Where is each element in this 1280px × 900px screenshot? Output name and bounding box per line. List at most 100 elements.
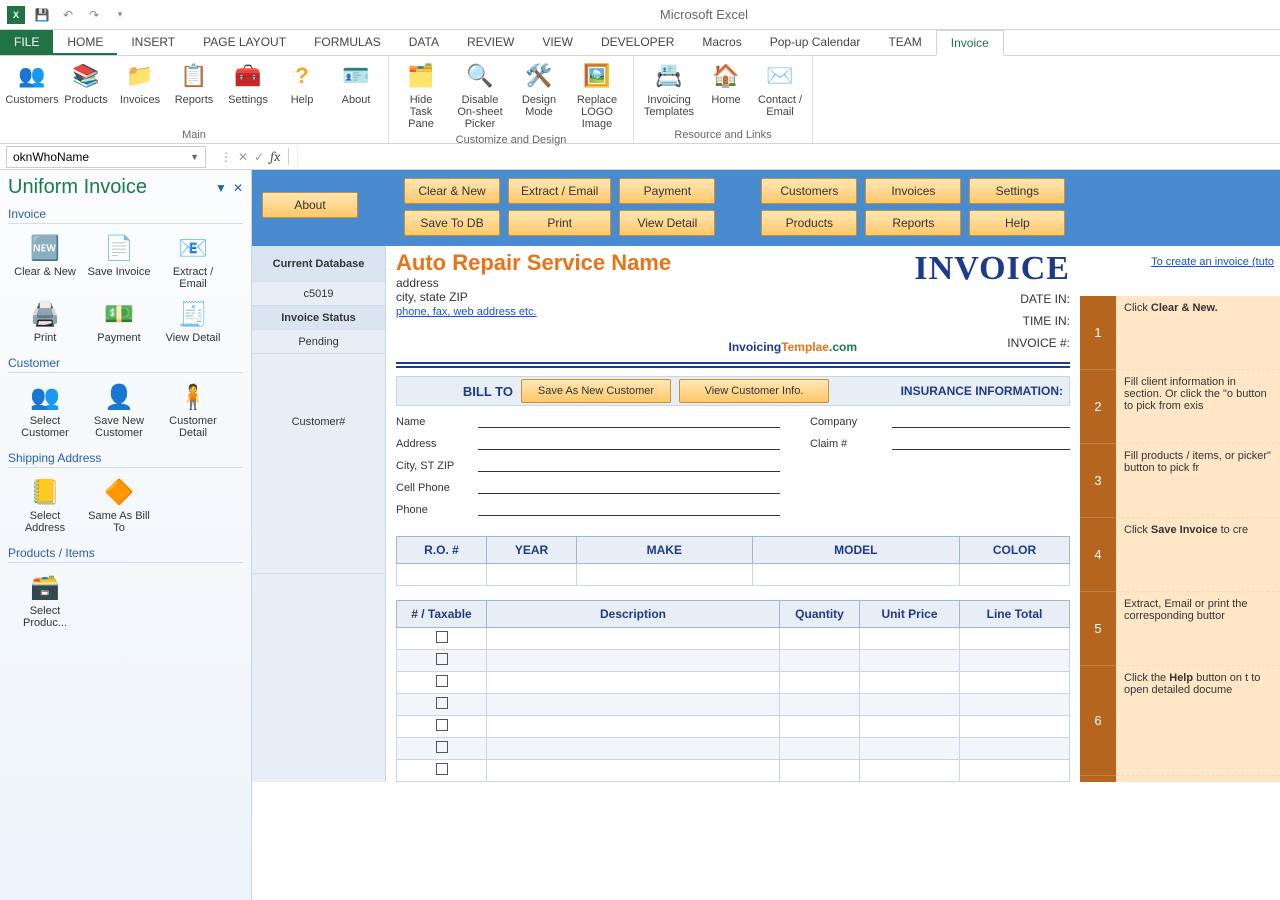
- tab-formulas[interactable]: FORMULAS: [300, 30, 395, 55]
- tab-team[interactable]: TEAM: [874, 30, 935, 55]
- reports-button[interactable]: 📋Reports: [168, 58, 220, 127]
- tab-popup-calendar[interactable]: Pop-up Calendar: [756, 30, 875, 55]
- tab-view[interactable]: VIEW: [528, 30, 587, 55]
- fx-icon[interactable]: fx: [270, 148, 289, 165]
- tab-insert[interactable]: INSERT: [117, 30, 189, 55]
- company-city[interactable]: city, state ZIP: [396, 290, 671, 304]
- cancel-icon[interactable]: ✕: [238, 150, 248, 164]
- tab-home[interactable]: HOME: [53, 30, 117, 55]
- settings-button[interactable]: 🧰Settings: [222, 58, 274, 127]
- pane-select-customer[interactable]: 👥Select Customer: [8, 377, 82, 443]
- line-row[interactable]: [397, 650, 1070, 672]
- pane-close-icon[interactable]: ✕: [233, 181, 243, 195]
- taxable-checkbox[interactable]: [436, 763, 448, 775]
- tab-developer[interactable]: DEVELOPER: [587, 30, 688, 55]
- tab-macros[interactable]: Macros: [688, 30, 755, 55]
- formula-input[interactable]: [297, 146, 1280, 168]
- input-name[interactable]: [478, 412, 780, 428]
- ellipsis-icon[interactable]: ⋮: [220, 150, 232, 164]
- input-company[interactable]: [892, 412, 1070, 428]
- disable-picker-button[interactable]: 🔍Disable On-sheet Picker: [449, 58, 511, 132]
- view-customer-info-button[interactable]: View Customer Info.: [679, 379, 829, 403]
- line-row[interactable]: [397, 628, 1070, 650]
- tab-data[interactable]: DATA: [395, 30, 453, 55]
- tutorial-link[interactable]: To create an invoice (tuto: [1116, 246, 1280, 296]
- sheet-products[interactable]: Products: [761, 210, 857, 236]
- pane-extract-email[interactable]: 📧Extract / Email: [156, 228, 230, 294]
- input-claim[interactable]: [892, 434, 1070, 450]
- tab-review[interactable]: REVIEW: [453, 30, 528, 55]
- pane-save-invoice[interactable]: 📄Save Invoice: [82, 228, 156, 294]
- save-as-new-customer-button[interactable]: Save As New Customer: [521, 379, 671, 403]
- vehicle-row[interactable]: [397, 564, 1070, 586]
- pane-same-as-billto[interactable]: 🔶Same As Bill To: [82, 472, 156, 538]
- pane-dropdown-icon[interactable]: ▼: [215, 181, 227, 195]
- toolbox-icon: 🧰: [232, 60, 264, 92]
- worksheet[interactable]: About Clear & New Save To DB Extract / E…: [252, 170, 1280, 900]
- sheet-help[interactable]: Help: [969, 210, 1065, 236]
- sheet-view-detail[interactable]: View Detail: [619, 210, 715, 236]
- line-row[interactable]: [397, 694, 1070, 716]
- invoicing-templates-button[interactable]: 📇Invoicing Templates: [640, 58, 698, 127]
- sheet-payment[interactable]: Payment: [619, 178, 715, 204]
- sheet-print[interactable]: Print: [508, 210, 611, 236]
- input-city[interactable]: [478, 456, 780, 472]
- pane-payment[interactable]: 💵Payment: [82, 294, 156, 348]
- invoices-button[interactable]: 📁Invoices: [114, 58, 166, 127]
- sheet-extract-email[interactable]: Extract / Email: [508, 178, 611, 204]
- tab-file[interactable]: FILE: [0, 30, 53, 55]
- taxable-checkbox[interactable]: [436, 697, 448, 709]
- customers-button[interactable]: 👥Customers: [6, 58, 58, 127]
- company-name[interactable]: Auto Repair Service Name: [396, 250, 671, 276]
- help-button[interactable]: ?Help: [276, 58, 328, 127]
- name-box[interactable]: oknWhoName ▼: [6, 146, 206, 168]
- line-row[interactable]: [397, 760, 1070, 782]
- name-box-dropdown-icon[interactable]: ▼: [190, 152, 199, 162]
- qat-dropdown-icon[interactable]: ▾: [108, 3, 132, 27]
- taxable-checkbox[interactable]: [436, 675, 448, 687]
- taxable-checkbox[interactable]: [436, 631, 448, 643]
- line-row[interactable]: [397, 738, 1070, 760]
- pane-customer-detail[interactable]: 🧍Customer Detail: [156, 377, 230, 443]
- taxable-checkbox[interactable]: [436, 741, 448, 753]
- pane-save-new-customer[interactable]: 👤Save New Customer: [82, 377, 156, 443]
- sheet-save-to-db[interactable]: Save To DB: [404, 210, 500, 236]
- hide-task-pane-button[interactable]: 🗂️Hide Task Pane: [395, 58, 447, 132]
- redo-icon[interactable]: ↷: [82, 3, 106, 27]
- undo-icon[interactable]: ↶: [56, 3, 80, 27]
- contact-email-button[interactable]: ✉️Contact / Email: [754, 58, 806, 127]
- pane-select-products[interactable]: 🗃️Select Produc...: [8, 567, 82, 633]
- products-button[interactable]: 📚Products: [60, 58, 112, 127]
- pane-select-address[interactable]: 📒Select Address: [8, 472, 82, 538]
- replace-logo-button[interactable]: 🖼️Replace LOGO Image: [567, 58, 627, 132]
- input-address[interactable]: [478, 434, 780, 450]
- sheet-about-button[interactable]: About: [262, 192, 358, 218]
- section-invoice-label: Invoice: [8, 207, 243, 224]
- line-row[interactable]: [397, 672, 1070, 694]
- home-button[interactable]: 🏠Home: [700, 58, 752, 127]
- line-row[interactable]: [397, 716, 1070, 738]
- about-button[interactable]: 🪪About: [330, 58, 382, 127]
- taxable-checkbox[interactable]: [436, 653, 448, 665]
- input-phone[interactable]: [478, 500, 780, 516]
- sheet-customers[interactable]: Customers: [761, 178, 857, 204]
- taxable-checkbox[interactable]: [436, 719, 448, 731]
- design-mode-button[interactable]: 🛠️Design Mode: [513, 58, 565, 132]
- excel-icon[interactable]: X: [4, 3, 28, 27]
- sheet-reports[interactable]: Reports: [865, 210, 961, 236]
- company-address[interactable]: address: [396, 276, 671, 290]
- sheet-clear-new[interactable]: Clear & New: [404, 178, 500, 204]
- line-items-table: # / Taxable Description Quantity Unit Pr…: [396, 600, 1070, 782]
- pane-clear-new[interactable]: 🆕Clear & New: [8, 228, 82, 294]
- enter-icon[interactable]: ✓: [254, 150, 264, 164]
- pane-view-detail[interactable]: 🧾View Detail: [156, 294, 230, 348]
- sheet-invoices[interactable]: Invoices: [865, 178, 961, 204]
- input-cell[interactable]: [478, 478, 780, 494]
- pane-print[interactable]: 🖨️Print: [8, 294, 82, 348]
- company-contact-link[interactable]: phone, fax, web address etc.: [396, 306, 537, 318]
- save-icon[interactable]: 💾: [30, 3, 54, 27]
- ribbon-group-main: 👥Customers 📚Products 📁Invoices 📋Reports …: [0, 56, 389, 143]
- tab-page-layout[interactable]: PAGE LAYOUT: [189, 30, 300, 55]
- sheet-settings[interactable]: Settings: [969, 178, 1065, 204]
- tab-invoice[interactable]: Invoice: [936, 30, 1004, 56]
